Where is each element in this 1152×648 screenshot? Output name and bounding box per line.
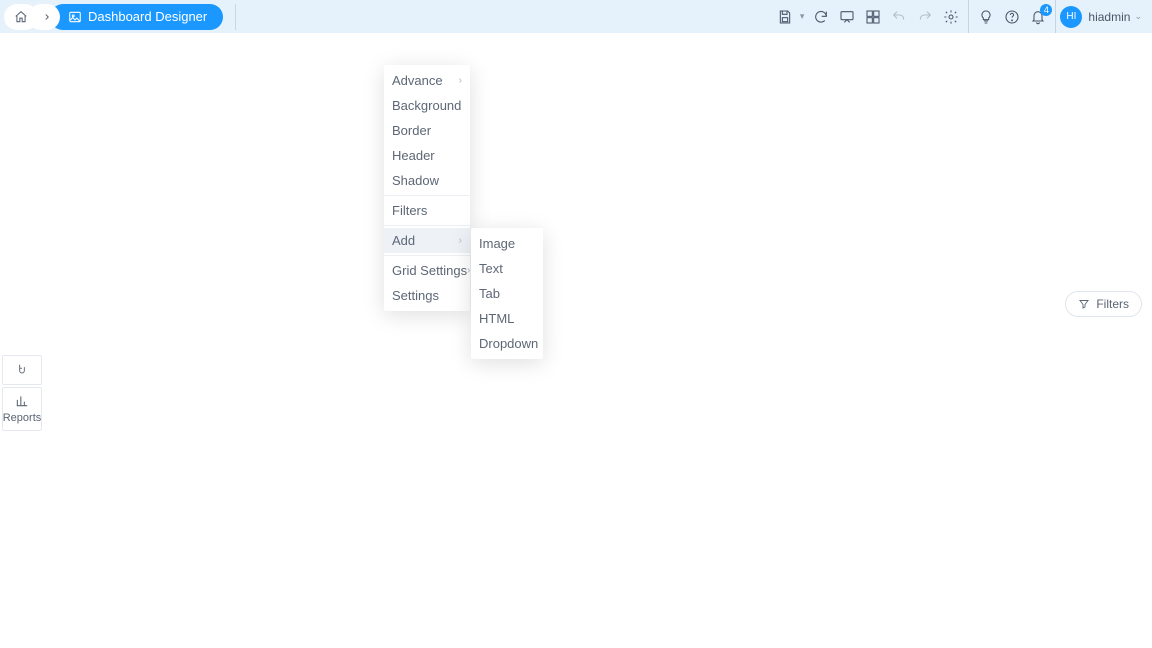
breadcrumb-next[interactable] — [28, 4, 60, 30]
chevron-right-icon: › — [459, 75, 462, 86]
bar-chart-icon — [15, 394, 29, 408]
divider — [384, 195, 470, 196]
menu-item-header[interactable]: Header — [384, 143, 470, 168]
menu-item-background[interactable]: Background — [384, 93, 470, 118]
divider — [384, 225, 470, 226]
redo-icon — [916, 8, 934, 26]
submenu-item-tab[interactable]: Tab — [471, 281, 543, 306]
breadcrumb-current[interactable]: Dashboard Designer — [50, 4, 223, 30]
chevron-right-icon — [42, 12, 52, 22]
submenu-item-image[interactable]: Image — [471, 231, 543, 256]
menu-item-advance[interactable]: Advance › — [384, 68, 470, 93]
designer-canvas[interactable]: Filters Reports Advance › Background Bor… — [0, 33, 1152, 648]
context-menu: Advance › Background Border Header Shado… — [384, 65, 470, 311]
menu-item-filters[interactable]: Filters — [384, 198, 470, 223]
grid-layout-icon[interactable] — [864, 8, 882, 26]
notification-badge: 4 — [1040, 4, 1052, 16]
submenu-item-text[interactable]: Text — [471, 256, 543, 281]
submenu-item-html[interactable]: HTML — [471, 306, 543, 331]
presentation-icon[interactable] — [838, 8, 856, 26]
image-icon — [68, 10, 82, 24]
undo-icon — [890, 8, 908, 26]
chevron-down-icon: ⌄ — [1134, 11, 1142, 22]
reports-label: Reports — [3, 412, 42, 424]
help-icon[interactable] — [1003, 8, 1021, 26]
divider — [235, 4, 236, 30]
save-icon[interactable] — [776, 8, 794, 26]
reports-panel[interactable]: Reports — [2, 387, 42, 431]
menu-item-border[interactable]: Border — [384, 118, 470, 143]
home-icon — [14, 10, 28, 24]
menu-item-grid-settings[interactable]: Grid Settings › — [384, 258, 470, 283]
filter-icon — [1078, 298, 1090, 310]
avatar: HI — [1060, 6, 1082, 28]
user-menu[interactable]: HI hiadmin ⌄ — [1055, 0, 1152, 33]
menu-item-settings[interactable]: Settings — [384, 283, 470, 308]
breadcrumb: Dashboard Designer — [0, 0, 213, 33]
add-submenu: Image Text Tab HTML Dropdown — [471, 228, 543, 359]
pointer-icon — [15, 363, 29, 377]
filters-button[interactable]: Filters — [1065, 291, 1142, 317]
top-bar: Dashboard Designer ▾ — [0, 0, 1152, 33]
chevron-right-icon: › — [467, 265, 470, 276]
top-right-tools: ▾ — [768, 0, 1152, 33]
menu-item-add[interactable]: Add › — [384, 228, 470, 253]
menu-item-shadow[interactable]: Shadow — [384, 168, 470, 193]
user-name: hiadmin — [1088, 10, 1130, 24]
divider — [384, 255, 470, 256]
gear-icon[interactable] — [942, 8, 960, 26]
bell-icon[interactable]: 4 — [1029, 8, 1047, 26]
save-dropdown-caret[interactable]: ▾ — [800, 11, 805, 22]
breadcrumb-title: Dashboard Designer — [88, 9, 207, 24]
chevron-right-icon: › — [459, 235, 462, 246]
submenu-item-dropdown[interactable]: Dropdown — [471, 331, 543, 356]
cursor-tool[interactable] — [2, 355, 42, 385]
refresh-icon[interactable] — [812, 8, 830, 26]
lightbulb-icon[interactable] — [977, 8, 995, 26]
filters-label: Filters — [1096, 297, 1129, 311]
